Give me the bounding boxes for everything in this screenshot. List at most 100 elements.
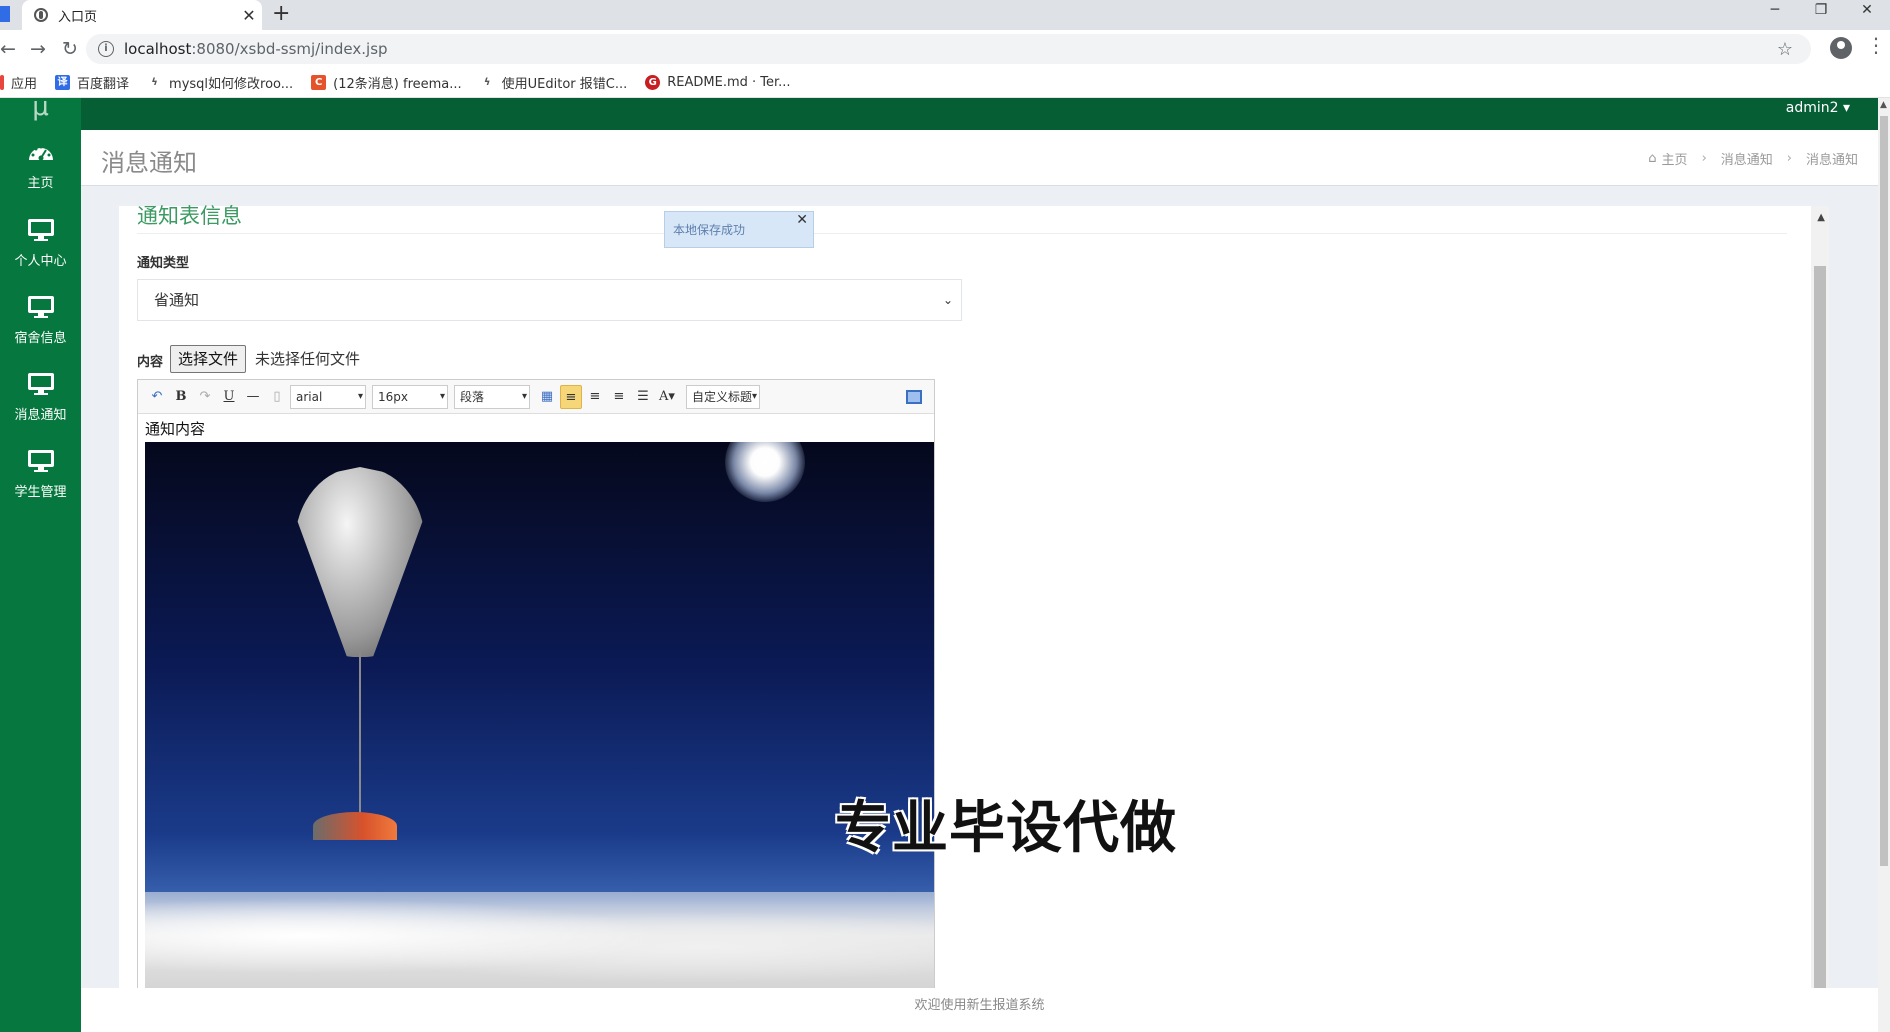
tab-title: 入口页	[58, 9, 98, 25]
font-family-select[interactable]: arial	[290, 384, 366, 409]
bookmark-star-icon[interactable]: ☆	[1777, 39, 1793, 60]
form-panel: 通知表信息 通知类型 省通知 ⌄ 内容 选择文件 未选择任何文件 ↶ B ↷ U…	[119, 204, 1829, 988]
breadcrumb-home[interactable]: 主页	[1662, 149, 1688, 168]
divider	[137, 233, 1787, 234]
custom-title-select[interactable]: 自定义标题	[686, 384, 760, 409]
dashboard-icon	[28, 145, 53, 161]
align-center-icon[interactable]: ≡	[608, 385, 630, 409]
omnibox[interactable]: i localhost:8080/xsbd-ssmj/index.jsp ☆	[86, 34, 1811, 64]
scroll-up-icon[interactable]: ▲	[1817, 212, 1825, 223]
page-title: 消息通知	[101, 149, 197, 177]
sidebar-item-label: 主页	[27, 176, 54, 191]
site-icon: ϟ	[151, 77, 158, 88]
scroll-up-icon[interactable]: ▲	[1880, 100, 1887, 110]
bookmark-label: README.md · Ter...	[667, 75, 791, 90]
url-host: localhost	[124, 40, 192, 58]
font-size-select[interactable]: 16px	[372, 384, 448, 409]
globe-icon	[34, 8, 48, 22]
chevron-down-icon: ⌄	[942, 293, 953, 307]
paragraph-select[interactable]: 段落	[454, 384, 530, 409]
profile-icon[interactable]	[1830, 37, 1852, 59]
inserted-image[interactable]	[145, 442, 934, 988]
sidebar-item-label: 宿舍信息	[14, 331, 67, 346]
bookmark-mysql[interactable]: ϟ mysql如何修改roo...	[147, 73, 293, 92]
bookmark-ueditor[interactable]: ϟ 使用UEditor 报错C...	[480, 73, 628, 92]
sidebar-item-notifications[interactable]: 消息通知	[0, 359, 81, 436]
align-right-icon[interactable]: ≡	[584, 385, 606, 409]
previous-tab-favicon[interactable]	[0, 6, 10, 22]
sidebar-item-label: 学生管理	[14, 485, 67, 500]
undo-icon[interactable]: ↶	[146, 385, 168, 409]
window-close-icon[interactable]: ✕	[1844, 0, 1890, 24]
monitor-icon	[27, 373, 54, 395]
scroll-thumb[interactable]	[1880, 116, 1888, 866]
restore-icon[interactable]: ❐	[1798, 0, 1844, 24]
bookmark-label: 应用	[11, 77, 38, 92]
page-scrollbar[interactable]: ▲	[1878, 98, 1890, 1032]
breadcrumb-module[interactable]: 消息通知	[1721, 149, 1773, 168]
table-icon[interactable]: ▦	[536, 385, 558, 409]
redo-icon[interactable]: ↷	[194, 385, 216, 409]
close-icon[interactable]: ✕	[796, 202, 808, 238]
bookmark-readme[interactable]: G README.md · Ter...	[645, 75, 791, 90]
notification-type-select[interactable]: 省通知 ⌄	[137, 279, 962, 321]
watermark-text: 专业毕设代做	[835, 796, 1177, 861]
monitor-icon	[27, 450, 54, 472]
translate-icon: 译	[55, 75, 71, 90]
sidebar: μ 主页 个人中心 宿舍信息 消息通知 学生管理	[0, 94, 81, 1032]
page-icon[interactable]: ▯	[266, 385, 288, 409]
page-footer: 欢迎使用新生报道系统	[81, 988, 1878, 1032]
panel-scrollbar[interactable]: ▲	[1811, 206, 1829, 988]
choose-file-button[interactable]: 选择文件	[170, 345, 247, 373]
apps-icon	[0, 75, 4, 90]
forward-icon[interactable]: →	[22, 38, 54, 60]
breadcrumb-separator: ›	[1701, 151, 1707, 166]
scroll-thumb[interactable]	[1814, 266, 1826, 988]
font-color-icon[interactable]: A▾	[656, 385, 678, 409]
sidebar-item-personal-center[interactable]: 个人中心	[0, 205, 81, 282]
url-text[interactable]: localhost:8080/xsbd-ssmj/index.jsp	[124, 40, 1777, 58]
new-tab-button[interactable]: +	[272, 1, 290, 26]
browser-tabstrip: 入口页 ✕ + ─ ❐ ✕	[0, 0, 1890, 30]
user-menu[interactable]: admin2 ▾	[1786, 100, 1850, 116]
browser-tab-active[interactable]: 入口页 ✕	[22, 0, 262, 30]
bookmarks-bar: 应用 译百度翻译 ϟ mysql如何修改roo... C (12条消息) freem…	[0, 68, 1890, 98]
app-logo[interactable]: μ	[0, 94, 81, 128]
form-section-title: 通知表信息	[137, 204, 242, 228]
horizontal-rule-icon[interactable]: —	[242, 385, 264, 409]
editor-text[interactable]: 通知内容	[145, 418, 205, 439]
bookmark-label: 使用UEditor 报错C...	[501, 77, 628, 92]
tether-line	[359, 652, 361, 822]
sidebar-item-dormitory[interactable]: 宿舍信息	[0, 282, 81, 359]
content-area: 通知表信息 通知类型 省通知 ⌄ 内容 选择文件 未选择任何文件 ↶ B ↷ U…	[81, 186, 1878, 988]
bold-icon[interactable]: B	[170, 385, 192, 409]
rich-text-editor[interactable]: ↶ B ↷ U — ▯ arial 16px 段落 ▦ ≡ ≡ ≡ ☰ A▾ 自…	[137, 379, 935, 988]
fullscreen-icon[interactable]	[906, 389, 922, 404]
menu-kebab-icon[interactable]: ⋮	[1866, 33, 1886, 57]
bookmark-csdn[interactable]: C (12条消息) freema...	[311, 73, 462, 92]
info-icon[interactable]: i	[98, 41, 114, 57]
reload-icon[interactable]: ↻	[54, 38, 86, 60]
save-toast: 本地保存成功 ✕	[664, 211, 814, 248]
underline-icon[interactable]: U	[218, 385, 240, 409]
sidebar-item-home[interactable]: 主页	[0, 128, 81, 205]
sun-shape	[725, 442, 805, 502]
align-left-icon[interactable]: ≡	[560, 384, 582, 409]
parachute-shape	[313, 812, 397, 840]
top-navbar: admin2 ▾	[81, 98, 1878, 130]
tab-close-icon[interactable]: ✕	[236, 6, 262, 25]
balloon-shape	[295, 467, 425, 657]
align-justify-icon[interactable]: ☰	[632, 385, 654, 409]
type-label: 通知类型	[137, 256, 190, 271]
bookmark-baidu-translate[interactable]: 译百度翻译	[55, 73, 129, 92]
bookmark-apps[interactable]: 应用	[0, 73, 37, 92]
bookmark-label: mysql如何修改roo...	[169, 77, 294, 92]
breadcrumb-separator: ›	[1786, 151, 1792, 166]
url-path: :8080/xsbd-ssmj/index.jsp	[191, 40, 388, 58]
back-icon[interactable]: ←	[0, 38, 22, 60]
address-bar: ← → ↻ i localhost:8080/xsbd-ssmj/index.j…	[0, 30, 1890, 68]
minimize-icon[interactable]: ─	[1752, 0, 1798, 24]
sidebar-item-label: 消息通知	[14, 408, 67, 423]
monitor-icon	[27, 219, 54, 241]
sidebar-item-students[interactable]: 学生管理	[0, 436, 81, 513]
